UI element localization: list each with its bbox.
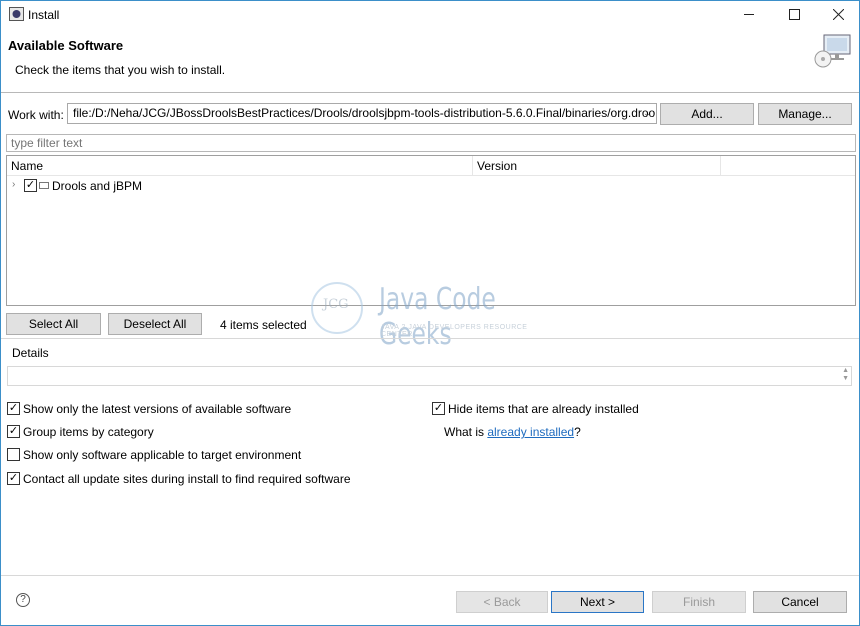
install-dialog: Install Available Software Check the ite… — [0, 0, 860, 626]
checkbox-latest-versions[interactable]: ✓ — [7, 402, 20, 415]
option-group-by-category-label: Group items by category — [23, 425, 154, 439]
manage-button[interactable]: Manage... — [758, 103, 852, 125]
filter-input[interactable] — [6, 134, 856, 152]
header-banner: Available Software Check the items that … — [1, 29, 859, 93]
minimize-button[interactable] — [727, 1, 771, 27]
page-description: Check the items that you wish to install… — [15, 63, 226, 77]
work-with-value: file:/D:/Neha/JCG/JBossDroolsBestPractic… — [73, 106, 657, 120]
option-contact-update-sites-label: Contact all update sites during install … — [23, 472, 351, 486]
watermark-title: Java Code Geeks — [379, 282, 496, 352]
checkbox-group-by-category[interactable]: ✓ — [7, 425, 20, 438]
maximize-button[interactable] — [772, 1, 816, 27]
selected-count: 4 items selected — [220, 318, 307, 332]
checkbox-contact-update-sites[interactable]: ✓ — [7, 472, 20, 485]
window-title: Install — [28, 8, 60, 22]
chevron-down-icon[interactable]: ⌄ — [640, 106, 654, 121]
select-all-button[interactable]: Select All — [6, 313, 101, 335]
details-label: Details — [12, 346, 49, 360]
tree-row-label: Drools and jBPM — [52, 179, 143, 193]
scroll-arrows-icon[interactable]: ▲ ▼ — [842, 367, 849, 383]
jcg-logo-text: JCG — [323, 297, 349, 312]
already-installed-text: What is already installed? — [444, 425, 581, 439]
help-icon[interactable]: ? — [16, 593, 30, 607]
cancel-button[interactable]: Cancel — [753, 591, 847, 613]
eclipse-app-icon — [9, 7, 24, 21]
watermark-subtitle: JAVA 2 JAVA DEVELOPERS RESOURCE CENTER — [381, 324, 528, 338]
column-divider[interactable] — [472, 156, 473, 176]
column-header-name[interactable]: Name — [11, 159, 43, 173]
back-button[interactable]: < Back — [456, 591, 548, 613]
finish-button[interactable]: Finish — [652, 591, 746, 613]
minimize-icon — [743, 13, 754, 15]
option-applicable-only-label: Show only software applicable to target … — [23, 448, 302, 462]
what-is-prefix: What is — [444, 425, 488, 439]
checkbox-applicable-only[interactable] — [7, 448, 20, 461]
tree-row-checkbox[interactable]: ✓ — [24, 179, 37, 192]
deselect-all-button[interactable]: Deselect All — [108, 313, 202, 335]
divider — [1, 575, 859, 576]
chevron-right-icon[interactable]: › — [12, 179, 15, 190]
maximize-icon — [788, 8, 800, 20]
details-text-area[interactable]: ▲ ▼ — [7, 366, 852, 386]
divider — [1, 338, 859, 339]
tree-header: Name Version — [7, 156, 855, 176]
checkbox-hide-installed[interactable]: ✓ — [432, 402, 445, 415]
feature-group-icon — [39, 182, 49, 189]
column-divider[interactable] — [720, 156, 721, 176]
title-bar: Install — [1, 1, 859, 29]
close-button[interactable] — [816, 1, 860, 27]
install-wizard-icon — [814, 34, 851, 68]
what-is-suffix: ? — [574, 425, 581, 439]
add-button[interactable]: Add... — [660, 103, 754, 125]
option-hide-installed-label: Hide items that are already installed — [448, 402, 639, 416]
close-icon — [832, 8, 844, 20]
page-title: Available Software — [8, 38, 124, 53]
watermark-logo: JCG Java Code Geeks JAVA 2 JAVA DEVELOPE… — [309, 278, 554, 352]
work-with-label: Work with: — [8, 108, 64, 122]
already-installed-link[interactable]: already installed — [487, 425, 574, 439]
next-button[interactable]: Next > — [551, 591, 644, 613]
tree-row[interactable]: › ✓ Drools and jBPM — [7, 177, 855, 195]
column-header-version[interactable]: Version — [477, 159, 517, 173]
option-latest-versions-label: Show only the latest versions of availab… — [23, 402, 292, 416]
main-content: Work with: file:/D:/Neha/JCG/JBossDrools… — [1, 94, 859, 574]
work-with-combo[interactable]: file:/D:/Neha/JCG/JBossDroolsBestPractic… — [67, 103, 657, 124]
